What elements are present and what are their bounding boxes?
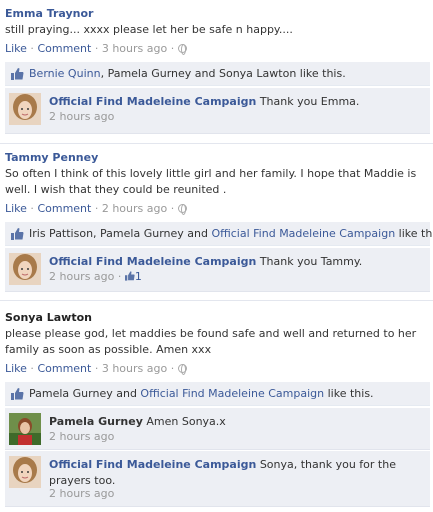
reply: Official Find Madeleine Campaign Thank y… (5, 248, 430, 292)
timestamp: 3 hours ago (101, 42, 168, 55)
reply: Pamela Gurney Amen Sonya.x 2 hours ago (5, 408, 430, 450)
globe-icon (177, 364, 187, 375)
avatar[interactable] (9, 93, 41, 125)
comment-actions: Like · Comment · 3 hours ago · (5, 362, 187, 375)
reply: Official Find Madeleine Campaign Thank y… (5, 88, 430, 134)
avatar[interactable] (9, 456, 41, 488)
liker-link[interactable]: Official Find Madeleine Campaign (211, 227, 395, 240)
like-link[interactable]: Like (5, 42, 27, 55)
likes-summary: Pamela Gurney and Official Find Madelein… (5, 382, 430, 406)
comment-author[interactable]: Sonya Lawton (5, 311, 92, 324)
reply-text: Official Find Madeleine Campaign Thank y… (49, 255, 363, 268)
reply-author[interactable]: Official Find Madeleine Campaign (49, 458, 256, 471)
thumbs-up-icon (124, 271, 135, 281)
thumbs-up-icon (11, 68, 24, 80)
timestamp: 3 hours ago (101, 362, 168, 375)
comment-link[interactable]: Comment (37, 362, 91, 375)
reply-author[interactable]: Official Find Madeleine Campaign (49, 255, 256, 268)
avatar[interactable] (9, 413, 41, 445)
timestamp: 2 hours ago (49, 110, 115, 123)
comment-link[interactable]: Comment (37, 42, 91, 55)
avatar[interactable] (9, 253, 41, 285)
divider (0, 300, 433, 301)
reply-text: Official Find Madeleine Campaign Sonya, … (49, 458, 396, 487)
comment-link[interactable]: Comment (37, 202, 91, 215)
comment-actions: Like · Comment · 2 hours ago · (5, 202, 187, 215)
reply-author[interactable]: Official Find Madeleine Campaign (49, 95, 256, 108)
timestamp: 2 hours ago (49, 430, 115, 443)
divider (0, 143, 433, 144)
globe-icon (177, 44, 187, 55)
reply-like-count[interactable]: 1 (124, 270, 142, 283)
comment-text: still praying... xxxx please let her be … (5, 23, 293, 36)
reply-text: Official Find Madeleine Campaign Thank y… (49, 95, 360, 108)
likes-summary: Bernie Quinn, Pamela Gurney and Sonya La… (5, 62, 430, 86)
comment-text: So often I think of this lovely little g… (5, 167, 417, 196)
reply: Official Find Madeleine Campaign Sonya, … (5, 451, 430, 507)
thumbs-up-icon (11, 388, 24, 400)
likes-summary: Iris Pattison, Pamela Gurney and Officia… (5, 222, 433, 246)
timestamp: 2 hours ago (49, 270, 115, 283)
like-link[interactable]: Like (5, 202, 27, 215)
comment-author[interactable]: Emma Traynor (5, 7, 93, 20)
thumbs-up-icon (11, 228, 24, 240)
timestamp: 2 hours ago (49, 487, 115, 500)
liker-link[interactable]: Bernie Quinn (29, 67, 101, 80)
liker-link[interactable]: Official Find Madeleine Campaign (140, 387, 324, 400)
reply-text: Pamela Gurney Amen Sonya.x (49, 415, 226, 428)
comment-actions: Like · Comment · 3 hours ago · (5, 42, 187, 55)
timestamp: 2 hours ago (101, 202, 168, 215)
comment-text: please please god, let maddies be found … (5, 327, 417, 356)
globe-icon (177, 204, 187, 215)
reply-author[interactable]: Pamela Gurney (49, 415, 143, 428)
comment-author[interactable]: Tammy Penney (5, 151, 98, 164)
reply-meta: 2 hours ago · 1 (49, 270, 142, 283)
like-link[interactable]: Like (5, 362, 27, 375)
